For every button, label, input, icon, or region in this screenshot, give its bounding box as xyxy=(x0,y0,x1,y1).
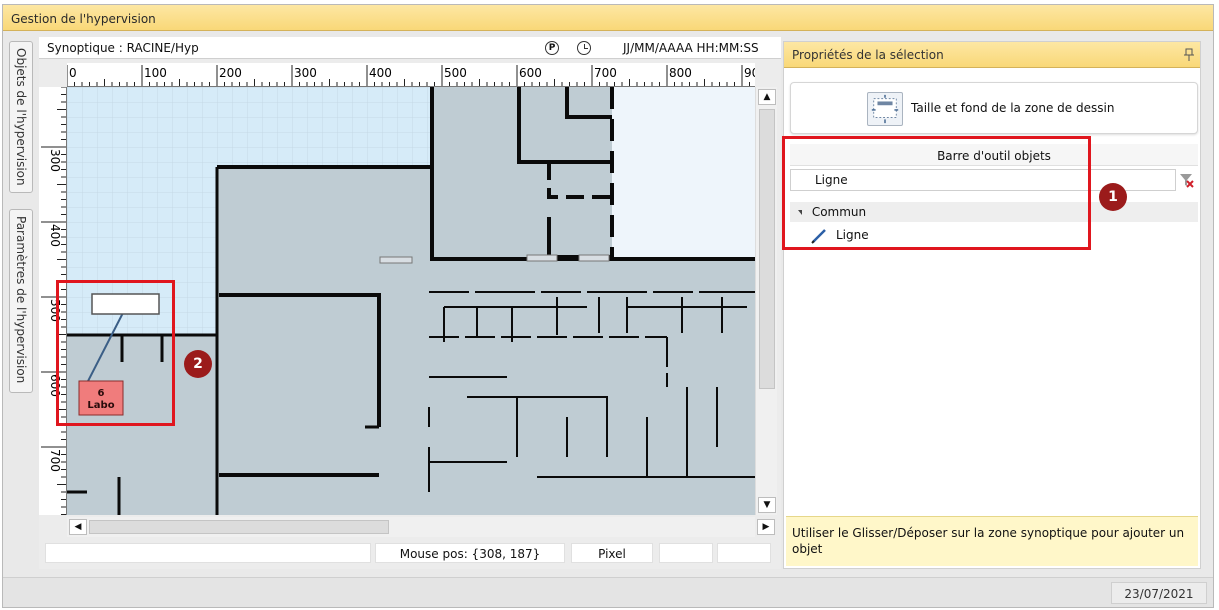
horizontal-ruler-svg: 0 100 200 300 400 500 600 700 800 90 xyxy=(67,65,755,86)
synoptique-header: Synoptique : RACINE/Hyp P JJ/MM/AAAA HH:… xyxy=(39,37,781,59)
properties-panel: Propriétés de la sélection Taille et fon… xyxy=(783,41,1201,569)
mouse-position: Mouse pos: {308, 187} xyxy=(375,543,565,563)
ruler-h-600: 600 xyxy=(519,66,542,80)
clear-filter-icon[interactable] xyxy=(1176,170,1196,190)
properties-title: Propriétés de la sélection xyxy=(784,42,1200,68)
synoptique-statusbar: Mouse pos: {308, 187} Pixel xyxy=(45,543,775,563)
hypervision-window: Gestion de l'hypervision Objets de l'hyp… xyxy=(2,4,1214,608)
status-cell-empty-3 xyxy=(717,543,771,563)
ruler-h-500: 500 xyxy=(444,66,467,80)
ruler-v-300: 300 xyxy=(48,149,62,172)
ruler-v-400: 400 xyxy=(48,224,62,247)
scroll-right-button[interactable]: ▶ xyxy=(757,519,775,535)
tab-parametres-hypervision[interactable]: Paramètres de l'hypervision xyxy=(9,209,33,393)
ruler-h-300: 300 xyxy=(294,66,317,80)
highlight-box-toolbar xyxy=(782,136,1091,250)
vertical-scrollbar[interactable]: ▲ ▼ xyxy=(755,87,777,515)
drag-drop-hint: Utiliser le Glisser/Déposer sur la zone … xyxy=(786,516,1198,566)
tab-objets-hypervision[interactable]: Objets de l'hypervision xyxy=(9,41,33,193)
window-title: Gestion de l'hypervision xyxy=(3,5,1213,31)
unit-label: Pixel xyxy=(571,543,653,563)
ruler-h-700: 700 xyxy=(594,66,617,80)
size-background-button[interactable]: Taille et fond de la zone de dessin xyxy=(790,82,1198,134)
vertical-scroll-thumb[interactable] xyxy=(759,109,775,389)
badge-2: 2 xyxy=(184,350,212,378)
horizontal-scrollbar[interactable]: ◀ ▶ xyxy=(67,517,775,537)
p-icon[interactable]: P xyxy=(545,41,559,55)
canvas-light-area xyxy=(612,87,755,259)
horizontal-ruler: 0 100 200 300 400 500 600 700 800 90 xyxy=(67,63,755,87)
ruler-h-100: 100 xyxy=(144,66,167,80)
ruler-h-400: 400 xyxy=(369,66,392,80)
scroll-left-button[interactable]: ◀ xyxy=(69,519,87,535)
scroll-up-button[interactable]: ▲ xyxy=(758,89,776,105)
ruler-h-900: 90 xyxy=(744,66,755,80)
horizontal-scroll-thumb[interactable] xyxy=(89,520,389,534)
synoptique-title: Synoptique : RACINE/Hyp xyxy=(47,41,199,55)
left-tabs: Objets de l'hypervision Paramètres de l'… xyxy=(7,41,35,397)
badge-1: 1 xyxy=(1099,183,1127,211)
pin-icon[interactable] xyxy=(1184,48,1194,62)
ruler-h-0: 0 xyxy=(69,66,77,80)
bottom-statusbar: 23/07/2021 xyxy=(3,577,1213,607)
size-icon xyxy=(867,92,903,126)
synoptique-datetime: JJ/MM/AAAA HH:MM:SS xyxy=(623,41,759,55)
size-background-label: Taille et fond de la zone de dessin xyxy=(911,101,1115,115)
status-cell-empty-2 xyxy=(659,543,713,563)
status-cell-empty xyxy=(45,543,371,563)
scroll-down-button[interactable]: ▼ xyxy=(758,497,776,513)
ruler-h-800: 800 xyxy=(669,66,692,80)
ruler-h-200: 200 xyxy=(219,66,242,80)
ruler-v-700: 700 xyxy=(48,449,62,472)
highlight-box-canvas xyxy=(56,280,175,426)
clock-icon[interactable] xyxy=(577,41,591,55)
footer-date: 23/07/2021 xyxy=(1111,582,1207,604)
